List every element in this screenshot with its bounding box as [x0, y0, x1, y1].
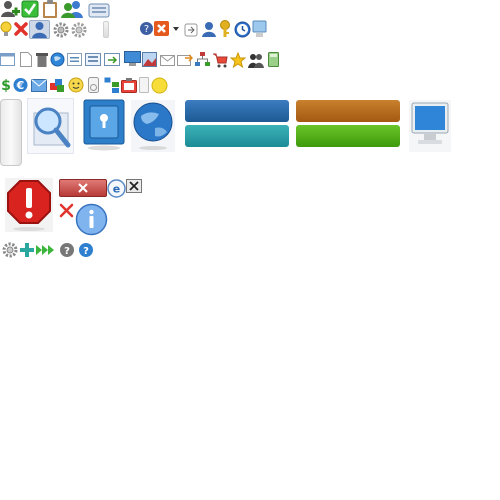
svg-text:?: ?	[83, 246, 89, 257]
help-blue-icon[interactable]: ?	[78, 242, 94, 258]
globe-large-icon	[133, 102, 173, 150]
svg-text:?: ?	[144, 24, 149, 35]
user-add-icon[interactable]	[0, 0, 20, 18]
applications-icon[interactable]	[49, 77, 65, 93]
gear-icon[interactable]	[53, 22, 69, 38]
safe-large-tile[interactable]	[82, 98, 126, 152]
mail-folder-icon[interactable]	[31, 77, 47, 93]
close-icon	[78, 183, 88, 193]
small-x-icon[interactable]	[59, 203, 74, 218]
forward-icon[interactable]	[184, 23, 198, 37]
clipboard-icon[interactable]	[41, 0, 59, 18]
window-list-icon[interactable]	[67, 53, 82, 66]
envelope-icon[interactable]	[160, 53, 175, 66]
user-icon[interactable]	[201, 21, 217, 37]
picture-icon[interactable]	[142, 52, 157, 67]
users-dark-icon[interactable]	[248, 52, 264, 68]
blue-tab-button[interactable]	[185, 100, 289, 122]
orange-tab-button[interactable]	[296, 100, 400, 122]
globe-small-icon[interactable]	[50, 52, 65, 67]
ie-circle-icon[interactable]: e	[107, 179, 126, 198]
computer-large-icon	[411, 102, 449, 144]
notepad-icon[interactable]	[121, 77, 137, 93]
plus-icon[interactable]	[19, 242, 35, 258]
clock-icon[interactable]	[234, 21, 251, 38]
cart-icon[interactable]	[212, 52, 228, 68]
safe-large-icon	[83, 99, 125, 151]
help-icon[interactable]: ?	[139, 21, 154, 36]
search-large-icon	[33, 107, 71, 148]
checkbox-checked-icon[interactable]	[21, 0, 39, 18]
svg-text:?: ?	[64, 246, 70, 257]
monitor-icon[interactable]	[124, 51, 141, 67]
document-icon[interactable]	[20, 52, 32, 67]
toolbox-icon[interactable]	[139, 77, 149, 93]
window-arrow-icon[interactable]	[104, 53, 120, 66]
user-selected-icon	[32, 22, 47, 38]
close-x-icon	[129, 181, 139, 191]
sitemap-icon[interactable]	[195, 52, 210, 66]
users-icon[interactable]	[61, 0, 85, 18]
gear-small-icon[interactable]	[2, 242, 18, 258]
close-button-small[interactable]	[126, 179, 142, 193]
star-icon[interactable]	[230, 52, 246, 68]
key-icon[interactable]	[218, 20, 232, 38]
info-large-icon[interactable]	[75, 203, 108, 236]
green-tab-button[interactable]	[296, 125, 400, 147]
delete-x-icon[interactable]	[13, 21, 29, 37]
globe-large-tile[interactable]	[131, 100, 175, 152]
lightbulb-icon[interactable]	[0, 21, 12, 37]
svg-text:€: €	[16, 79, 25, 92]
form-icon[interactable]	[85, 53, 101, 66]
monitor-small-icon[interactable]	[252, 20, 267, 38]
mail-forward-icon[interactable]	[177, 53, 193, 66]
error-large-tile[interactable]	[5, 178, 53, 232]
search-large-tile[interactable]	[27, 98, 74, 154]
scroll-thumb-small[interactable]	[103, 21, 109, 38]
gears-icon[interactable]	[70, 22, 88, 38]
fast-forward-icon[interactable]	[36, 244, 54, 256]
computer-large-tile[interactable]	[409, 100, 451, 152]
euro-icon[interactable]: €	[13, 77, 28, 93]
teal-tab-button[interactable]	[185, 125, 289, 147]
yellow-dot-icon[interactable]	[151, 77, 168, 94]
user-selected-tile[interactable]	[29, 20, 50, 39]
svg-text:e: e	[113, 183, 120, 196]
window-icon[interactable]	[0, 53, 15, 66]
folder-tree-icon[interactable]	[104, 77, 120, 93]
scrollbar-track[interactable]	[0, 99, 22, 166]
svg-text:$: $	[1, 78, 11, 93]
keyboard-icon[interactable]	[88, 2, 110, 18]
trash-icon[interactable]	[36, 52, 48, 67]
calculator-icon[interactable]	[268, 52, 279, 67]
smiley-icon[interactable]	[68, 77, 84, 93]
dollar-icon[interactable]: $	[0, 77, 12, 93]
error-stop-large-icon	[7, 180, 51, 231]
close-dropdown-icon[interactable]	[154, 21, 182, 37]
close-button-wide[interactable]	[59, 179, 107, 197]
ipod-icon[interactable]	[88, 77, 99, 93]
help-gray-icon[interactable]: ?	[59, 242, 75, 258]
